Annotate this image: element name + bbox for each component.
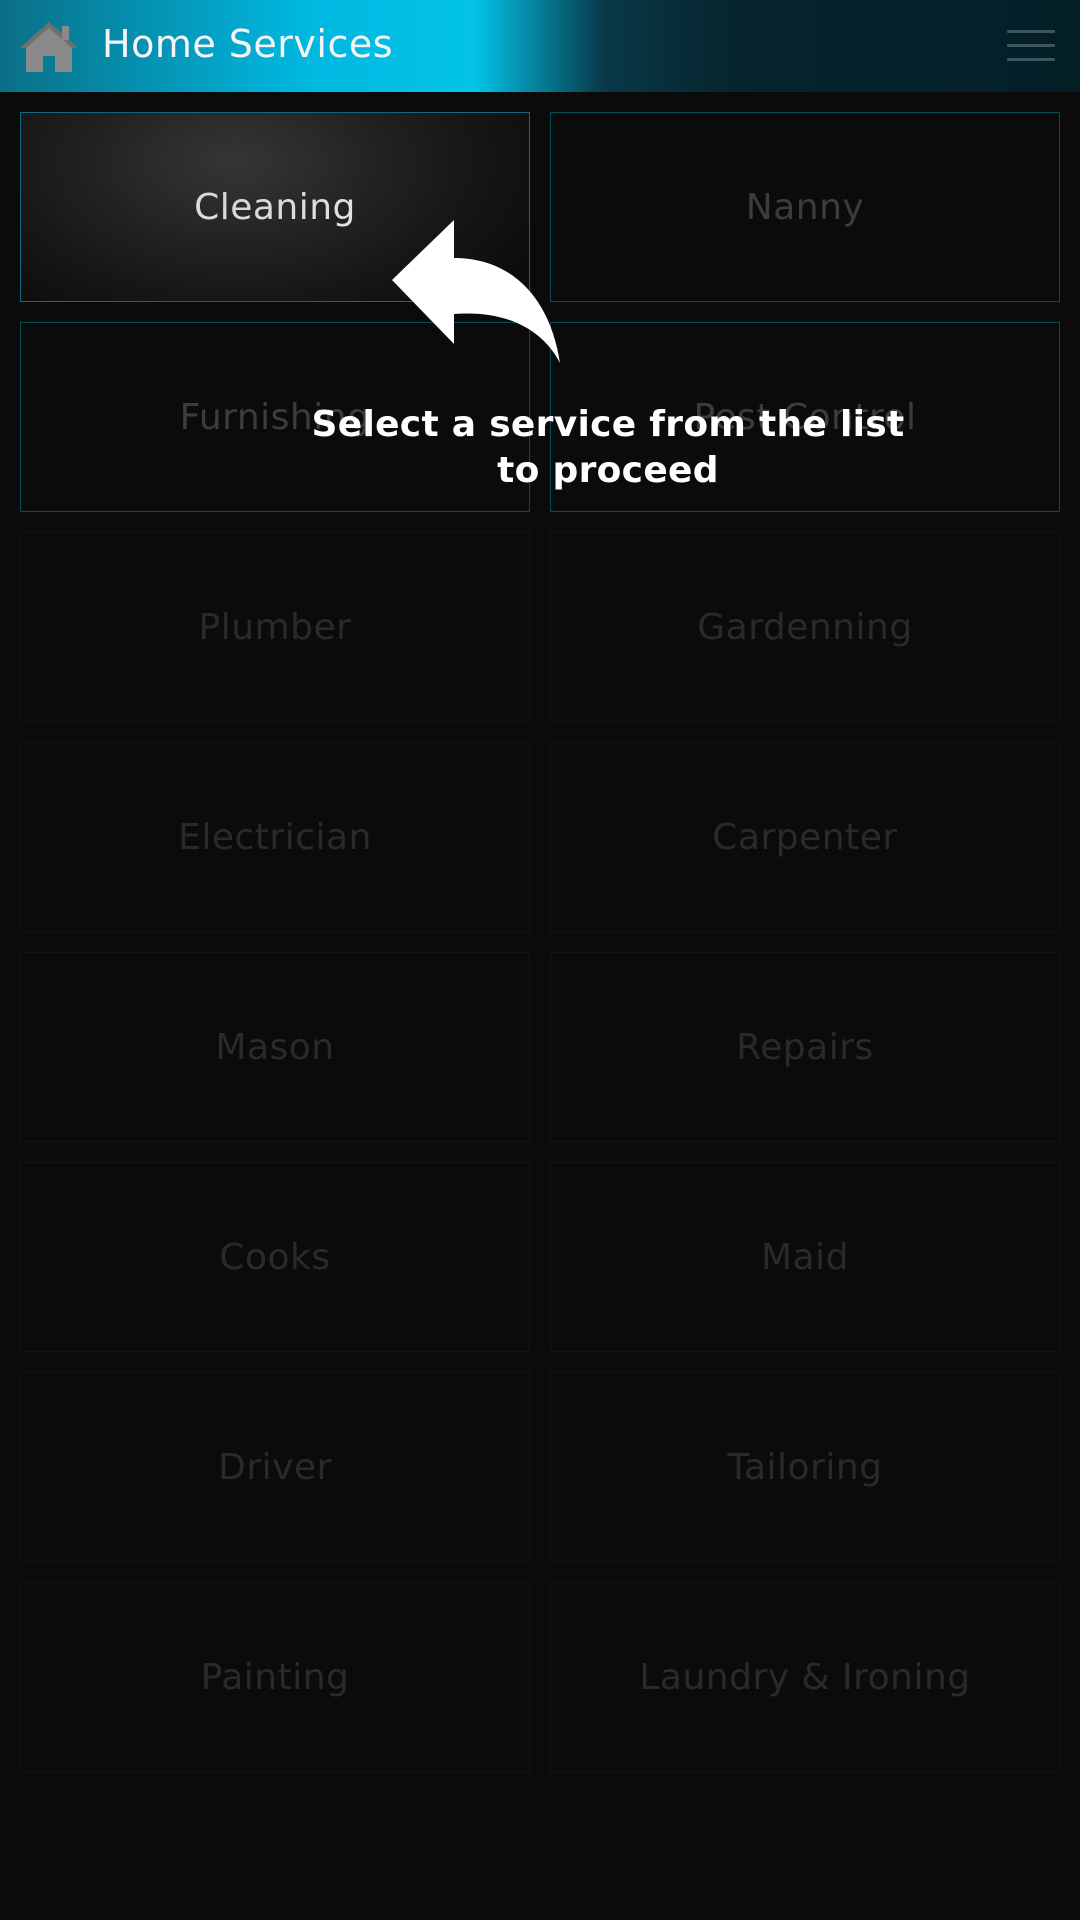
service-tile[interactable]: Mason [20, 952, 530, 1142]
service-label: Plumber [198, 606, 352, 648]
service-tile[interactable]: Cooks [20, 1162, 530, 1352]
service-tile[interactable]: Nanny [550, 112, 1060, 302]
service-tile[interactable]: Tailoring [550, 1372, 1060, 1562]
service-tile[interactable]: Maid [550, 1162, 1060, 1352]
service-label: Maid [761, 1236, 849, 1278]
service-label: Mason [215, 1026, 335, 1068]
service-label: Gardenning [697, 606, 913, 648]
service-tile[interactable]: Electrician [20, 742, 530, 932]
service-tile[interactable]: Gardenning [550, 532, 1060, 722]
tutorial-hint: Select a service from the list to procee… [290, 402, 926, 494]
service-label: Laundry & Ironing [639, 1656, 971, 1698]
home-icon[interactable] [18, 18, 80, 74]
service-tile[interactable]: Driver [20, 1372, 530, 1562]
app-header: Home Services [0, 0, 1080, 92]
service-label: Cooks [219, 1236, 331, 1278]
service-label: Electrician [178, 816, 372, 858]
service-tile[interactable]: Repairs [550, 952, 1060, 1142]
hint-line-1: Select a service from the list [311, 404, 905, 445]
service-tile[interactable]: Plumber [20, 532, 530, 722]
service-label: Painting [200, 1656, 350, 1698]
app-title: Home Services [102, 22, 394, 66]
app-screen: Home Services Cleaning Nanny Furnishing Pes… [0, 0, 1080, 1920]
service-label: Driver [218, 1446, 332, 1488]
service-tile[interactable]: Carpenter [550, 742, 1060, 932]
service-label: Nanny [745, 186, 865, 228]
service-label: Carpenter [712, 816, 898, 858]
service-tile[interactable]: Laundry & Ironing [550, 1582, 1060, 1772]
hamburger-menu-icon[interactable] [1007, 30, 1055, 62]
service-label: Tailoring [727, 1446, 883, 1488]
curved-arrow-icon [392, 220, 560, 363]
service-tile[interactable]: Painting [20, 1582, 530, 1772]
hint-line-2: to proceed [497, 450, 719, 491]
service-label: Cleaning [194, 186, 356, 228]
service-label: Repairs [736, 1026, 874, 1068]
